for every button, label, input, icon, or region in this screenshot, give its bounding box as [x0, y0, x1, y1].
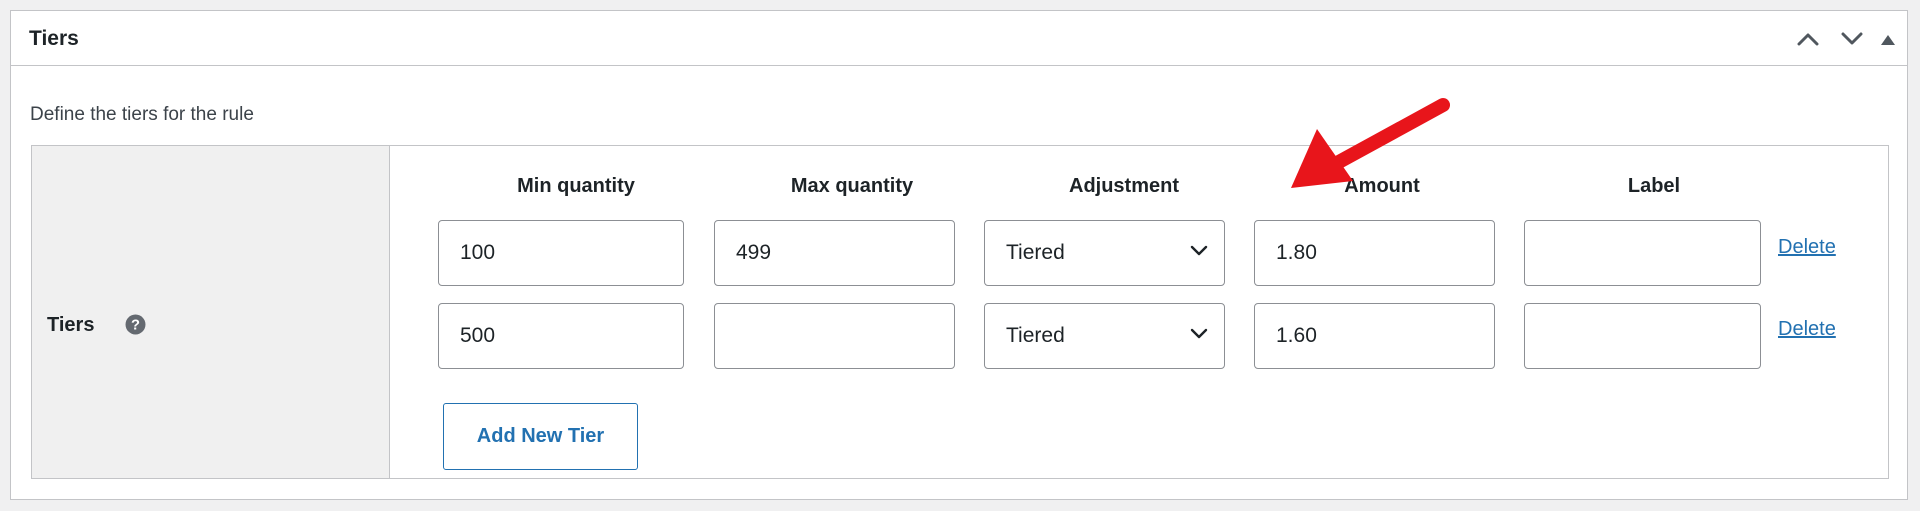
toggle-panel-button[interactable]: [1873, 24, 1903, 54]
chevron-down-icon: [1841, 32, 1863, 45]
svg-text:?: ?: [131, 318, 140, 334]
min-quantity-input[interactable]: 500: [438, 303, 684, 369]
add-new-tier-button[interactable]: Add New Tier: [443, 403, 638, 470]
label-input[interactable]: [1524, 303, 1761, 369]
metabox-header: Tiers: [11, 11, 1907, 66]
chevron-down-icon: [1190, 245, 1208, 256]
amount-input[interactable]: 1.80: [1254, 220, 1495, 286]
field-label: Tiers: [47, 314, 95, 336]
tiers-metabox: Tiers Define the tiers for the rule Tier…: [10, 10, 1908, 500]
adjustment-select-value: Tiered: [1006, 241, 1065, 264]
metabox-description: Define the tiers for the rule: [30, 104, 254, 125]
max-quantity-input[interactable]: [714, 303, 955, 369]
adjustment-select[interactable]: Tiered: [984, 220, 1225, 286]
move-up-button[interactable]: [1793, 24, 1823, 54]
annotation-arrow: [1291, 98, 1450, 188]
move-down-button[interactable]: [1837, 24, 1867, 54]
label-input[interactable]: [1524, 220, 1761, 286]
toggle-triangle-icon: [1881, 34, 1895, 45]
adjustment-select-value: Tiered: [1006, 324, 1065, 347]
chevron-up-icon: [1797, 33, 1819, 46]
min-quantity-input[interactable]: 100: [438, 220, 684, 286]
amount-input[interactable]: 1.60: [1254, 303, 1495, 369]
delete-tier-link[interactable]: Delete: [1778, 318, 1836, 341]
field-label-cell: [32, 146, 390, 478]
column-header-label: Label: [1627, 175, 1681, 197]
metabox-title: Tiers: [29, 27, 79, 50]
delete-tier-link[interactable]: Delete: [1778, 236, 1836, 259]
help-icon[interactable]: ?: [125, 314, 146, 335]
adjustment-select[interactable]: Tiered: [984, 303, 1225, 369]
chevron-down-icon: [1190, 328, 1208, 339]
max-quantity-input[interactable]: 499: [714, 220, 955, 286]
